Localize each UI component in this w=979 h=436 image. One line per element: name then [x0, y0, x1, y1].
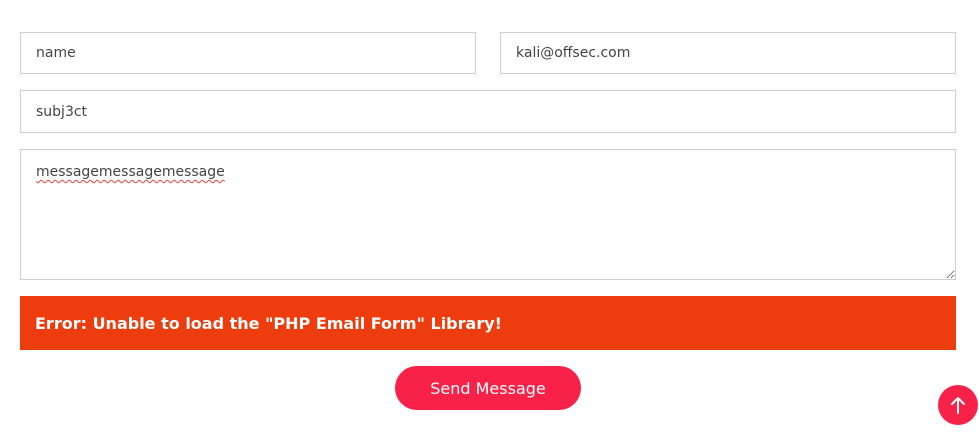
error-message: Error: Unable to load the "PHP Email For…: [20, 296, 956, 350]
name-input[interactable]: [20, 32, 476, 74]
back-to-top-button[interactable]: [938, 385, 978, 425]
message-textarea[interactable]: messagemessagemessage: [20, 149, 956, 280]
error-message-text: Error: Unable to load the "PHP Email For…: [35, 313, 502, 333]
subject-input[interactable]: [20, 90, 956, 133]
send-message-button[interactable]: Send Message: [395, 366, 581, 410]
arrow-up-icon: [951, 397, 965, 414]
email-input[interactable]: [500, 32, 956, 74]
